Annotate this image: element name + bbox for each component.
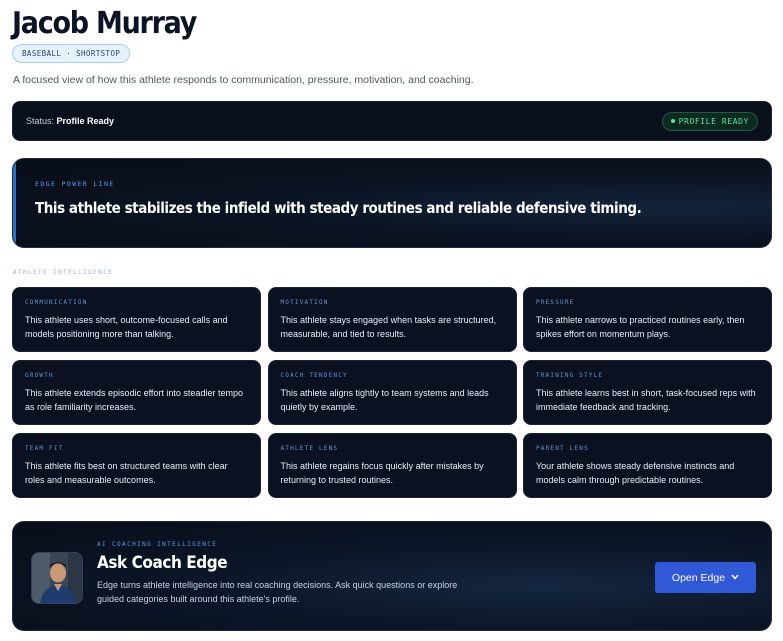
card-text: This athlete regains focus quickly after…	[280, 461, 484, 485]
status-pill-text: PROFILE READY	[678, 117, 749, 126]
athlete-name: Jacob Murray	[12, 6, 197, 41]
section-label: ATHLETE INTELLIGENCE	[13, 269, 114, 276]
card-text: This athlete stays engaged when tasks ar…	[280, 315, 497, 339]
card-label: PARENT LENS	[536, 445, 589, 452]
card-text: This athlete fits best on structured tea…	[25, 461, 228, 485]
status-value: Profile Ready	[56, 116, 115, 126]
open-edge-button[interactable]: Open Edge	[655, 562, 756, 593]
intel-card-parent-lens: PARENT LENS Your athlete shows steady de…	[523, 433, 772, 498]
card-label: PRESSURE	[536, 299, 575, 306]
ask-coach-edge-card: AI COACHING INTELLIGENCE Ask Coach Edge …	[12, 521, 772, 631]
power-line-text: This athlete stabilizes the infield with…	[35, 199, 642, 217]
coach-section-label: AI COACHING INTELLIGENCE	[97, 541, 218, 548]
intel-card-coach-tendency: COACH TENDENCY This athlete aligns tight…	[267, 360, 517, 425]
card-text: This athlete narrows to practiced routin…	[536, 315, 745, 339]
coach-title: Ask Coach Edge	[97, 553, 228, 573]
card-text: This athlete aligns tightly to team syst…	[280, 388, 489, 412]
chevron-down-icon	[731, 573, 739, 582]
status-dot-icon	[670, 119, 675, 123]
card-label: TRAINING STYLE	[536, 372, 604, 379]
card-label: MOTIVATION	[280, 299, 329, 306]
sport-position-badge: BASEBALL · SHORTSTOP	[12, 44, 131, 63]
card-label: COACH TENDENCY	[280, 372, 348, 379]
card-text: Your athlete shows steady defensive inst…	[536, 461, 735, 485]
open-edge-label: Open Edge	[671, 571, 726, 584]
intel-card-training-style: TRAINING STYLE This athlete learns best …	[523, 360, 772, 425]
card-text: This athlete extends episodic effort int…	[25, 388, 243, 412]
intel-card-motivation: MOTIVATION This athlete stays engaged wh…	[267, 287, 517, 352]
status-badge: PROFILE READY	[661, 112, 758, 131]
power-line-label: EDGE POWER LINE	[35, 180, 115, 188]
coach-description: Edge turns athlete intelligence into rea…	[97, 580, 458, 604]
intelligence-grid: COMMUNICATION This athlete uses short, o…	[12, 287, 772, 498]
accent-bar	[13, 159, 16, 247]
coach-avatar	[31, 552, 83, 604]
status-text: Status: Profile Ready	[26, 116, 114, 126]
intel-card-pressure: PRESSURE This athlete narrows to practic…	[523, 287, 772, 352]
card-label: GROWTH	[25, 372, 54, 379]
coach-avatar-icon	[32, 553, 82, 603]
intel-card-growth: GROWTH This athlete extends episodic eff…	[12, 360, 261, 425]
intel-card-team-fit: TEAM FIT This athlete fits best on struc…	[12, 433, 261, 498]
edge-power-line-card: EDGE POWER LINE This athlete stabilizes …	[12, 158, 772, 248]
card-label: TEAM FIT	[25, 445, 64, 452]
intel-card-athlete-lens: ATHLETE LENS This athlete regains focus …	[267, 433, 517, 498]
card-text: This athlete uses short, outcome-focused…	[25, 315, 228, 339]
status-label: Status:	[26, 116, 55, 126]
page-subtitle: A focused view of how this athlete respo…	[13, 74, 474, 86]
status-bar: Status: Profile Ready PROFILE READY	[12, 101, 772, 141]
card-label: COMMUNICATION	[25, 299, 88, 306]
intel-card-communication: COMMUNICATION This athlete uses short, o…	[12, 287, 261, 352]
card-text: This athlete learns best in short, task-…	[536, 388, 756, 412]
card-label: ATHLETE LENS	[280, 445, 339, 452]
